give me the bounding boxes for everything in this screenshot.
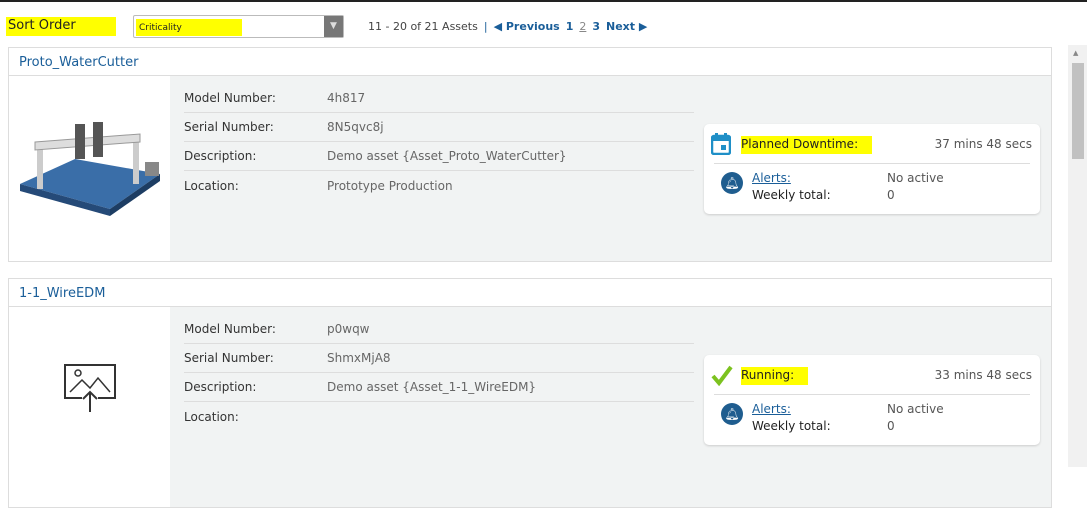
field-row: Location: Prototype Production [184, 178, 453, 193]
bell-icon: 🔔︎ [721, 403, 743, 425]
scrollbar-thumb[interactable] [1072, 63, 1084, 159]
asset-image [9, 76, 170, 261]
asset-title-link[interactable]: 1-1_WireEDM [9, 279, 1051, 307]
page-1-link[interactable]: 1 [566, 20, 574, 33]
sort-order-value: Criticality [136, 19, 242, 36]
water-cutter-image [19, 121, 160, 216]
asset-range: 11 - 20 of 21 Assets [368, 20, 478, 33]
scrollbar[interactable]: ▲ [1068, 45, 1087, 467]
sort-order-label: Sort Order [6, 17, 116, 36]
pagination: 11 - 20 of 21 Assets | ◀ Previous 1 2 3 … [368, 20, 647, 33]
status-duration: 37 mins 48 secs [934, 137, 1032, 151]
sort-order-select[interactable]: Criticality ▼ [133, 15, 344, 38]
status-label: Running: [741, 367, 809, 385]
alerts-value: No active [887, 402, 944, 416]
status-box: Running: 33 mins 48 secs 🔔︎ Alerts: Week… [704, 355, 1040, 445]
asset-title-link[interactable]: Proto_WaterCutter [9, 48, 1051, 76]
image-upload-icon [63, 364, 116, 412]
scroll-up-icon[interactable]: ▲ [1073, 49, 1078, 57]
weekly-total-value: 0 [887, 188, 895, 202]
weekly-total-label: Weekly total: [752, 188, 831, 202]
page-3-link[interactable]: 3 [592, 20, 600, 33]
page-2-current[interactable]: 2 [579, 20, 586, 33]
asset-fields: Model Number: 4h817 Serial Number: 8N5qvc8… [184, 84, 694, 200]
previous-link[interactable]: ◀ Previous [494, 20, 560, 33]
field-row: Model Number: 4h817 [184, 84, 694, 113]
chevron-down-icon[interactable]: ▼ [324, 16, 343, 37]
alerts-value: No active [887, 171, 944, 185]
asset-card: 1-1_WireEDM Model Number: p0wqw Serial Nu… [8, 278, 1052, 508]
status-label: Planned Downtime: [741, 136, 873, 154]
alerts-link[interactable]: Alerts: [752, 402, 791, 416]
next-link[interactable]: Next ▶ [606, 20, 647, 33]
top-border [0, 0, 1087, 2]
status-box: Planned Downtime: 37 mins 48 secs 🔔︎ Ale… [704, 124, 1040, 214]
weekly-total-value: 0 [887, 419, 895, 433]
status-duration: 33 mins 48 secs [934, 368, 1032, 382]
calendar-icon [710, 133, 732, 158]
field-row: Description: Demo asset {Asset_1-1_WireED… [184, 373, 694, 402]
field-row: Description: Demo asset {Asset_Proto_Wate… [184, 142, 694, 171]
alerts-link[interactable]: Alerts: [752, 171, 791, 185]
asset-image-placeholder [9, 307, 170, 507]
field-row: Serial Number: 8N5qvc8j [184, 113, 694, 142]
bell-icon: 🔔︎ [721, 172, 743, 194]
field-row: Location: [184, 409, 239, 424]
asset-fields: Model Number: p0wqw Serial Number: ShmxMjA… [184, 315, 694, 431]
checkmark-icon [711, 364, 733, 389]
field-row: Model Number: p0wqw [184, 315, 694, 344]
asset-card: Proto_WaterCutter Model Number: 4h817 Ser… [8, 47, 1052, 262]
field-row: Serial Number: ShmxMjA8 [184, 344, 694, 373]
weekly-total-label: Weekly total: [752, 419, 831, 433]
separator: | [483, 20, 488, 33]
